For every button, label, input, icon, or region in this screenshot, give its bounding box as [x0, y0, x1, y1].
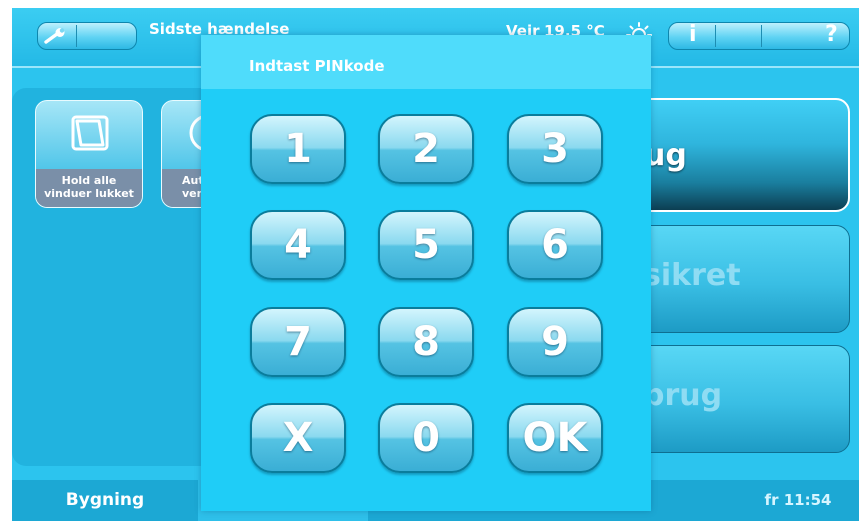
- window-icon: [71, 115, 109, 151]
- mode-button-label: brug: [643, 378, 723, 413]
- mode-button-label: sikret: [643, 258, 741, 293]
- tile-label-line1: Hold alle: [61, 174, 117, 187]
- info-icon: i: [689, 22, 697, 47]
- quick-actions-panel: Hold alle vinduer lukket Aut vent: [12, 88, 269, 466]
- mode-button-secured[interactable]: sikret: [624, 225, 850, 333]
- key-1[interactable]: 1: [250, 114, 346, 184]
- mode-button-in-use[interactable]: ug: [624, 98, 850, 212]
- key-6[interactable]: 6: [507, 210, 603, 280]
- tile-keep-windows-closed[interactable]: Hold alle vinduer lukket: [35, 100, 143, 208]
- help-button[interactable]: ?: [761, 22, 851, 49]
- pin-dialog-title: Indtast PINkode: [249, 57, 385, 75]
- key-7[interactable]: 7: [250, 307, 346, 377]
- key-cancel[interactable]: X: [250, 403, 346, 473]
- mode-button-not-in-use[interactable]: brug: [624, 345, 850, 453]
- help-icon: ?: [825, 22, 838, 47]
- app-screen: Sidste hændelse Veir 19.5 °C i ? Hold al…: [12, 8, 859, 521]
- tile-label-line2: vinduer lukket: [44, 187, 134, 200]
- key-2[interactable]: 2: [378, 114, 474, 184]
- clock: fr 11:54: [764, 491, 832, 509]
- key-0[interactable]: 0: [378, 403, 474, 473]
- settings-button[interactable]: [37, 22, 137, 50]
- tab-building[interactable]: Bygning: [12, 480, 198, 521]
- key-5[interactable]: 5: [378, 210, 474, 280]
- key-ok[interactable]: OK: [507, 403, 603, 473]
- key-3[interactable]: 3: [507, 114, 603, 184]
- key-4[interactable]: 4: [250, 210, 346, 280]
- wrench-icon: [44, 28, 65, 44]
- tile-caption: Hold alle vinduer lukket: [36, 169, 142, 207]
- key-9[interactable]: 9: [507, 307, 603, 377]
- key-8[interactable]: 8: [378, 307, 474, 377]
- pin-dialog-header: Indtast PINkode: [201, 35, 651, 89]
- info-help-button-group: i ?: [668, 22, 850, 50]
- pin-dialog: Indtast PINkode 1 2 3 4 5 6 7 8 9 X 0 OK: [201, 35, 651, 511]
